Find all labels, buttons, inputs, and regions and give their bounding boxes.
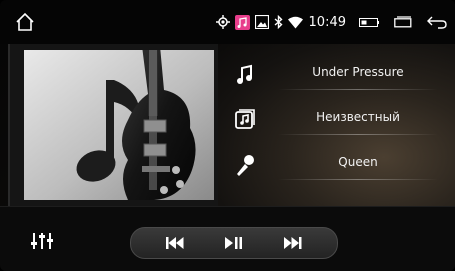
music-note-icon — [232, 62, 258, 88]
play-pause-icon[interactable] — [220, 233, 248, 253]
divider — [278, 134, 438, 135]
artist-row: Queen — [232, 148, 442, 184]
divider — [278, 89, 438, 90]
status-bar: 10:49 — [0, 0, 455, 44]
microphone-icon — [232, 152, 258, 178]
now-playing-panel: Under Pressure Неизвестный Queen — [0, 44, 455, 206]
playback-controls-bar — [0, 206, 455, 271]
wifi-icon — [287, 16, 303, 29]
recent-apps-icon[interactable] — [394, 16, 412, 28]
home-icon[interactable] — [14, 11, 36, 33]
album-art-guitar-image — [24, 50, 214, 200]
track-title: Under Pressure — [312, 65, 404, 79]
bluetooth-icon — [274, 15, 283, 29]
equalizer-icon[interactable] — [30, 231, 54, 251]
album-art-frame — [8, 44, 220, 206]
back-icon[interactable] — [427, 15, 447, 29]
album-icon — [232, 107, 258, 133]
status-time: 10:49 — [308, 14, 346, 30]
album-row: Неизвестный — [232, 103, 442, 139]
music-app-icon — [234, 14, 250, 30]
track-title-row: Under Pressure — [232, 58, 442, 94]
location-icon — [215, 15, 230, 29]
transport-controls — [130, 227, 338, 259]
previous-icon[interactable] — [161, 233, 189, 253]
battery-icon — [359, 17, 379, 28]
image-icon — [254, 15, 269, 29]
music-player-screen: 10:49 Under Pressure Неизвестный Queen — [0, 0, 455, 271]
divider — [278, 179, 438, 180]
artist-name: Queen — [338, 155, 378, 169]
next-icon[interactable] — [279, 233, 307, 253]
album-name: Неизвестный — [316, 110, 400, 124]
